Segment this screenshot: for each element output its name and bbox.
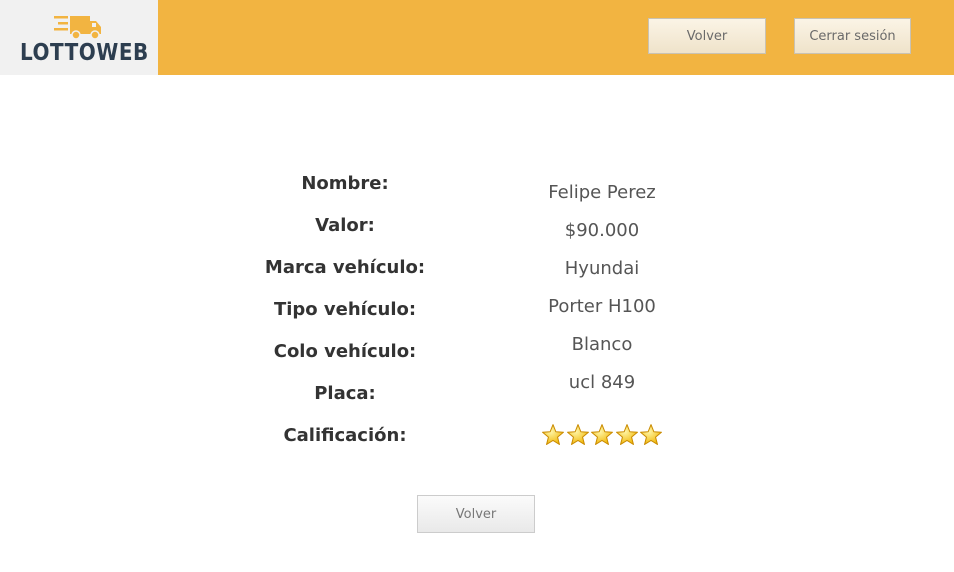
top-bar: LOTTOWEB Volver Cerrar sesión <box>0 0 954 75</box>
back-button-bottom[interactable]: Volver <box>417 495 535 533</box>
label-name: Nombre: <box>301 173 389 194</box>
label-plate: Placa: <box>314 383 376 404</box>
logo[interactable]: LOTTOWEB <box>0 0 158 75</box>
star-icon <box>542 424 564 445</box>
label-rating: Calificación: <box>283 425 407 446</box>
logout-button[interactable]: Cerrar sesión <box>794 18 911 54</box>
value-vehicle-type: Porter H100 <box>548 296 656 317</box>
label-vehicle-type: Tipo vehículo: <box>273 299 417 320</box>
star-icon <box>640 424 663 445</box>
label-value: Valor: <box>315 215 375 236</box>
label-vehicle-brand: Marca vehículo: <box>264 257 426 278</box>
label-vehicle-color: Colo vehículo: <box>273 341 417 362</box>
star-icon <box>591 424 614 445</box>
back-button[interactable]: Volver <box>648 18 766 54</box>
star-icon <box>615 424 638 445</box>
logo-text: LOTTOWEB <box>20 38 149 66</box>
star-icon <box>566 424 589 445</box>
rating-stars <box>541 423 666 447</box>
value-value: $90.000 <box>564 220 640 241</box>
value-vehicle-brand: Hyundai <box>564 258 640 279</box>
value-plate: ucl 849 <box>568 372 636 393</box>
value-name: Felipe Perez <box>548 182 656 203</box>
value-vehicle-color: Blanco <box>571 334 633 355</box>
